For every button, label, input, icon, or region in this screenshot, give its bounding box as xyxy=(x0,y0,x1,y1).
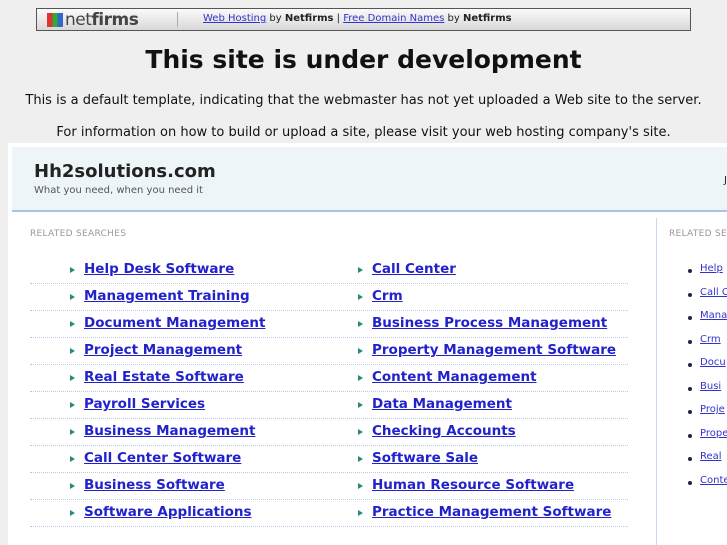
link-row: Project Management Property Management So… xyxy=(30,338,628,365)
arrow-icon xyxy=(358,510,363,516)
arrow-icon xyxy=(358,375,363,381)
web-hosting-link[interactable]: Web Hosting xyxy=(203,13,266,24)
column-divider xyxy=(656,218,657,545)
related-search-link[interactable]: Document Management xyxy=(84,315,265,331)
arrow-icon xyxy=(70,456,75,462)
related-search-link[interactable]: Help Desk Software xyxy=(84,261,234,277)
arrow-icon xyxy=(70,348,75,354)
by-text: by xyxy=(444,13,463,24)
side-search-link[interactable]: Crm xyxy=(700,334,727,345)
link-row: Software Applications Practice Management… xyxy=(30,500,628,527)
netfirms-logo-icon xyxy=(47,13,63,27)
related-search-link[interactable]: Content Management xyxy=(372,369,537,385)
page-title: This site is under development xyxy=(145,45,582,74)
related-search-link[interactable]: Management Training xyxy=(84,288,250,304)
link-row: Help Desk Software Call Center xyxy=(30,257,628,284)
side-search-link[interactable]: Busi xyxy=(700,381,727,392)
netfirms-logo[interactable]: netfirms xyxy=(47,10,139,30)
bullet-icon xyxy=(688,480,692,485)
related-search-link[interactable]: Payroll Services xyxy=(84,396,205,412)
arrow-icon xyxy=(358,429,363,435)
link-row: Business Software Human Resource Software xyxy=(30,473,628,500)
side-search-link[interactable]: Proje xyxy=(700,404,727,415)
site-name: Hh2solutions.com xyxy=(34,161,216,182)
side-search-link[interactable]: Conte xyxy=(700,475,727,486)
link-row: Management Training Crm xyxy=(30,284,628,311)
side-search-link[interactable]: Help xyxy=(700,263,727,274)
bullet-icon xyxy=(688,363,692,367)
site-tagline: What you need, when you need it xyxy=(34,185,203,196)
arrow-icon xyxy=(358,483,363,489)
related-search-link[interactable]: Property Management Software xyxy=(372,342,616,358)
arrow-icon xyxy=(358,321,363,327)
side-search-link[interactable]: Docu xyxy=(700,357,727,368)
arrow-icon xyxy=(70,294,75,300)
related-search-link[interactable]: Real Estate Software xyxy=(84,369,244,385)
side-search-link[interactable]: Call C xyxy=(700,287,727,298)
related-searches-label: RELATED SEARCHES xyxy=(30,229,127,239)
link-row: Business Management Checking Accounts xyxy=(30,419,628,446)
bullet-icon xyxy=(688,457,692,461)
arrow-icon xyxy=(70,321,75,327)
related-search-link[interactable]: Human Resource Software xyxy=(372,477,574,493)
bullet-icon xyxy=(688,433,692,438)
arrow-icon xyxy=(358,456,363,462)
brand-text: Netfirms xyxy=(284,13,334,24)
related-search-link[interactable]: Checking Accounts xyxy=(372,423,516,439)
related-search-link[interactable]: Business Software xyxy=(84,477,225,493)
arrow-icon xyxy=(70,375,75,381)
bullet-icon xyxy=(688,269,692,273)
arrow-icon xyxy=(358,294,363,300)
related-search-link[interactable]: Practice Management Software xyxy=(372,504,611,520)
parked-page-panel: Hh2solutions.com What you need, when you… xyxy=(8,143,727,545)
related-search-link[interactable]: Call Center xyxy=(372,261,456,277)
bullet-icon xyxy=(688,339,692,344)
arrow-icon xyxy=(358,348,363,354)
link-row: Payroll Services Data Management xyxy=(30,392,628,419)
info-line-1: This is a default template, indicating t… xyxy=(25,93,702,108)
arrow-icon xyxy=(358,267,363,273)
link-row: Document Management Business Process Mana… xyxy=(30,311,628,338)
bullet-icon xyxy=(688,292,692,297)
bullet-icon xyxy=(688,316,692,320)
arrow-icon xyxy=(70,510,75,516)
info-line-2: For information on how to build or uploa… xyxy=(56,125,671,140)
brand-text: Netfirms xyxy=(462,13,512,24)
arrow-icon xyxy=(70,267,75,273)
link-row: Call Center Software Software Sale xyxy=(30,446,628,473)
site-header: Hh2solutions.com What you need, when you… xyxy=(12,147,727,212)
arrow-icon xyxy=(70,483,75,489)
arrow-icon xyxy=(70,402,75,408)
arrow-icon xyxy=(358,402,363,408)
related-search-link[interactable]: Data Management xyxy=(372,396,512,412)
related-search-link[interactable]: Crm xyxy=(372,288,403,304)
related-search-link[interactable]: Software Sale xyxy=(372,450,478,466)
side-search-link[interactable]: Mana xyxy=(700,310,727,321)
related-search-link[interactable]: Software Applications xyxy=(84,504,252,520)
side-search-link[interactable]: Real xyxy=(700,451,727,462)
related-search-link[interactable]: Business Management xyxy=(84,423,255,439)
divider xyxy=(177,12,178,27)
related-search-link[interactable]: Project Management xyxy=(84,342,242,358)
related-search-link[interactable]: Business Process Management xyxy=(372,315,607,331)
free-domain-names-link[interactable]: Free Domain Names xyxy=(343,13,444,24)
bullet-icon xyxy=(688,410,692,414)
bullet-icon xyxy=(688,386,692,391)
divider-text: | xyxy=(333,13,344,24)
link-row: Real Estate Software Content Management xyxy=(30,365,628,392)
netfirms-bar: netfirms Web Hosting by Netfirms | Free … xyxy=(36,8,691,31)
side-related-label: RELATED SEA xyxy=(669,229,727,239)
side-search-link[interactable]: Prope xyxy=(700,428,727,439)
related-search-link[interactable]: Call Center Software xyxy=(84,450,241,466)
arrow-icon xyxy=(70,429,75,435)
by-text: by xyxy=(266,13,285,24)
